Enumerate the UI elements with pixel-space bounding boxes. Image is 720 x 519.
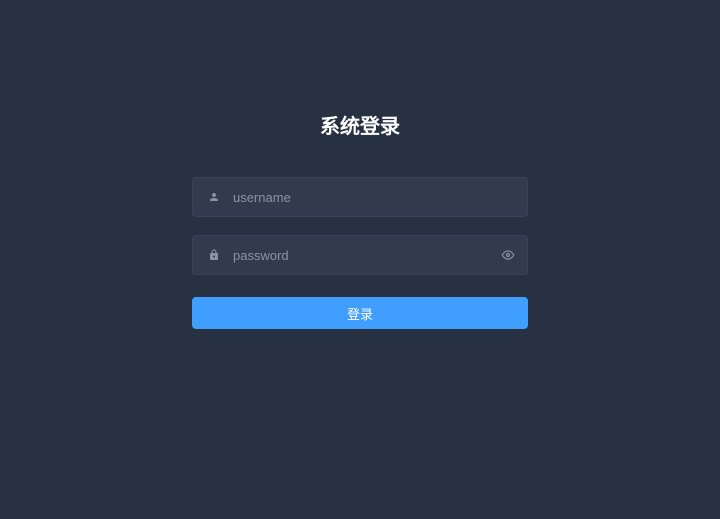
login-button[interactable]: 登录 bbox=[192, 297, 528, 329]
password-input[interactable] bbox=[223, 248, 501, 263]
user-icon bbox=[205, 191, 223, 203]
lock-icon bbox=[205, 249, 223, 261]
username-input-wrapper bbox=[192, 177, 528, 217]
username-input[interactable] bbox=[223, 190, 515, 205]
login-button-label: 登录 bbox=[347, 304, 373, 323]
eye-icon[interactable] bbox=[501, 248, 515, 262]
login-container: 系统登录 登录 bbox=[192, 110, 528, 329]
password-input-wrapper bbox=[192, 235, 528, 275]
login-title: 系统登录 bbox=[320, 110, 400, 139]
